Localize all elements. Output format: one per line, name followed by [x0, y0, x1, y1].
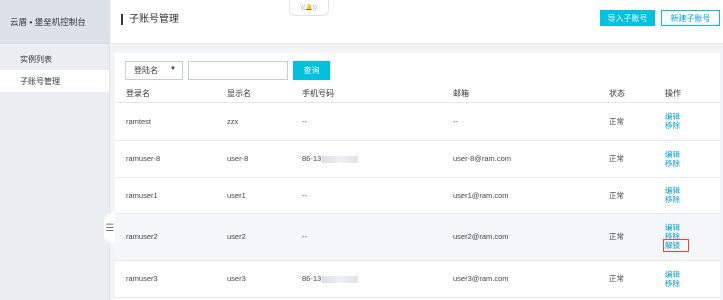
cell-status: 正常	[598, 177, 654, 214]
phone-text: 86-13	[302, 274, 322, 283]
cell-actions: 编辑 移除	[654, 260, 720, 298]
console-brand: 云盾 • 堡垒机控制台	[0, 0, 109, 44]
cell-login: ramuser-8	[115, 140, 216, 178]
column-header-email[interactable]: 邮箱	[442, 86, 598, 103]
column-header-phone[interactable]: 手机号码	[291, 86, 442, 103]
cell-email: --	[442, 102, 598, 141]
cell-display: zzx	[216, 102, 291, 141]
cell-status: 正常	[598, 140, 654, 178]
edit-link[interactable]: 编辑	[665, 270, 720, 279]
page-title: 子账号管理	[121, 14, 179, 25]
cell-display: user-8	[216, 140, 291, 178]
column-header-actions: 操作	[654, 86, 720, 103]
table-row[interactable]: ramuser1 user1 -- user1@ram.com 正常 编辑 移除	[115, 177, 720, 214]
main-content: 登陆名 ▼ 查询 登录名 显示名 手机号码 邮箱 状态 操作 ramtest z…	[115, 53, 720, 300]
remove-link[interactable]: 移除	[665, 159, 720, 168]
edit-link[interactable]: 编辑	[665, 112, 720, 121]
remove-link[interactable]: 移除	[665, 232, 720, 241]
cell-display: user1	[216, 177, 291, 214]
sidebar-item-subaccounts[interactable]: 子账号管理	[0, 70, 109, 92]
cell-login: ramuser1	[115, 177, 216, 214]
page-header: 子账号管理 ((🔔)) 导入子账号 新建子账号	[111, 0, 723, 44]
table-row[interactable]: ramtest zzx -- -- 正常 编辑 移除	[115, 102, 720, 141]
cell-status: 正常	[598, 102, 654, 141]
cell-status: 正常	[598, 213, 654, 261]
filter-bar: 登陆名 ▼ 查询	[125, 61, 330, 80]
redacted-blur	[322, 155, 359, 163]
subaccount-table: 登录名 显示名 手机号码 邮箱 状态 操作 ramtest zzx -- -- …	[115, 86, 720, 298]
table-row[interactable]: ramuser-8 user-8 86-13 user-8@ram.com 正常…	[115, 140, 720, 178]
search-button[interactable]: 查询	[293, 61, 330, 80]
column-header-login[interactable]: 登录名	[115, 86, 216, 103]
remove-link[interactable]: 移除	[665, 195, 720, 204]
cell-login: ramtest	[115, 102, 216, 141]
edit-link[interactable]: 编辑	[665, 150, 720, 159]
unlock-link[interactable]: 解锁	[663, 239, 689, 252]
edit-link[interactable]: 编辑	[665, 223, 720, 232]
table-row-selected[interactable]: ramuser2 user2 -- user2@ram.com 正常 编辑 移除…	[115, 213, 720, 261]
cell-email: user3@ram.com	[442, 260, 598, 298]
cell-phone: --	[291, 213, 442, 261]
cell-display: user3	[216, 260, 291, 298]
cell-login: ramuser2	[115, 213, 216, 261]
cell-phone: --	[291, 102, 442, 141]
cell-login: ramuser3	[115, 260, 216, 298]
cell-email: user1@ram.com	[442, 177, 598, 214]
remove-link[interactable]: 移除	[665, 121, 720, 130]
cell-display: user2	[216, 213, 291, 261]
cell-phone: 86-13	[291, 260, 442, 298]
sidebar-item-instances[interactable]: 实例列表	[0, 48, 109, 70]
phone-text: 86-13	[302, 154, 322, 163]
cell-actions: 编辑 移除 解锁	[654, 213, 720, 261]
column-header-status[interactable]: 状态	[598, 86, 654, 103]
chevron-down-icon: ▼	[170, 66, 176, 72]
cell-phone: --	[291, 177, 442, 214]
column-header-display[interactable]: 显示名	[216, 86, 291, 103]
new-subaccount-button[interactable]: 新建子账号	[661, 10, 720, 26]
cell-actions: 编辑 移除	[654, 102, 720, 141]
table-header-row: 登录名 显示名 手机号码 邮箱 状态 操作	[115, 86, 720, 103]
edit-link[interactable]: 编辑	[665, 186, 720, 195]
search-input[interactable]	[188, 61, 288, 80]
cell-email: user2@ram.com	[442, 213, 598, 261]
cell-email: user-8@ram.com	[442, 140, 598, 178]
notification-bell-icon[interactable]: ((🔔))	[289, 0, 329, 16]
cell-actions: 编辑 移除	[654, 177, 720, 214]
cell-actions: 编辑 移除	[654, 140, 720, 178]
cell-phone: 86-13	[291, 140, 442, 178]
search-field-select[interactable]: 登陆名 ▼	[125, 61, 183, 80]
cell-status: 正常	[598, 260, 654, 298]
redacted-blur	[322, 275, 359, 283]
import-subaccount-button[interactable]: 导入子账号	[600, 10, 655, 26]
remove-link[interactable]: 移除	[665, 279, 720, 288]
search-field-select-value: 登陆名	[134, 66, 158, 75]
sidebar: 云盾 • 堡垒机控制台 实例列表 子账号管理	[0, 0, 110, 300]
table-row[interactable]: ramuser3 user3 86-13 user3@ram.com 正常 编辑…	[115, 260, 720, 298]
